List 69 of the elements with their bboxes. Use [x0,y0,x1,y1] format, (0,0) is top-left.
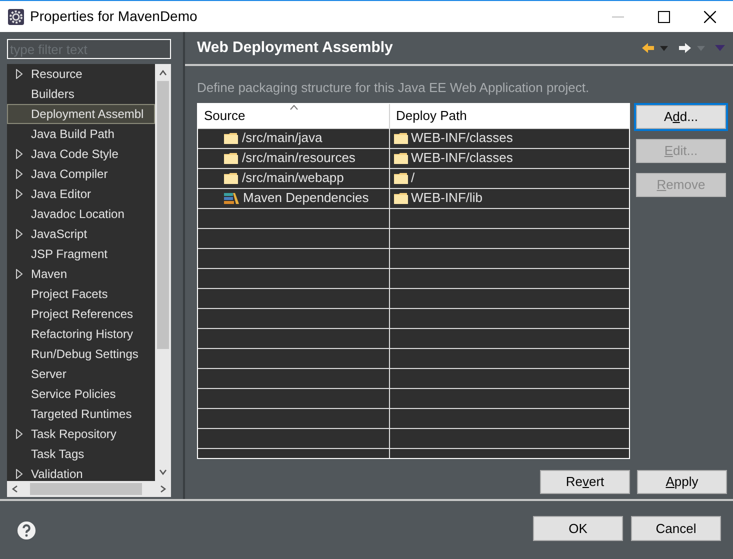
column-header[interactable]: Deploy Path [390,104,629,128]
table-cell-text: WEB-INF/lib [411,189,482,208]
table-cell-text: / [411,169,415,188]
page-title: Web Deployment Assembly [197,38,393,58]
page-description: Define packaging structure for this Java EE Web Application project. [197,79,590,97]
sidebar-item[interactable]: Maven [31,264,68,284]
side-button[interactable]: Add... [636,104,726,128]
back-arrow-icon[interactable] [641,42,655,54]
scroll-left-icon[interactable] [10,484,20,494]
maximize-icon[interactable] [658,10,670,22]
scroll-up-icon[interactable] [158,68,168,78]
sidebar-item[interactable]: Targeted Runtimes [31,404,132,424]
sidebar-item[interactable]: JavaScript [31,224,88,244]
folder-icon [394,152,408,164]
table-cell-text: Maven Dependencies [243,189,369,208]
sidebar-item[interactable]: Service Policies [31,384,116,404]
folder-icon [394,192,408,204]
sidebar-item[interactable]: Server [31,364,66,384]
sidebar-item[interactable]: Java Compiler [31,164,108,184]
expand-icon[interactable] [16,469,22,479]
expand-icon[interactable] [16,269,22,279]
table-cell-text: WEB-INF/classes [411,149,513,168]
sidebar-item[interactable]: Java Editor [31,184,92,204]
page-button[interactable]: Revert [540,470,630,494]
sidebar-item[interactable]: Java Code Style [31,144,118,164]
expand-icon[interactable] [16,69,22,79]
close-icon[interactable] [704,10,716,22]
folder-icon [224,132,238,144]
sidebar-item[interactable]: Builders [31,84,74,104]
sidebar-item[interactable]: Run/Debug Settings [31,344,138,364]
sidebar-item[interactable]: Resource [31,64,82,84]
table-cell-text: /src/main/java [242,129,322,148]
folder-icon [394,132,408,144]
sidebar-item[interactable]: Javadoc Location [31,204,124,224]
sidebar-item[interactable]: Project Facets [31,284,108,304]
sort-icon [290,104,298,110]
scroll-right-icon[interactable] [158,484,168,494]
expand-icon[interactable] [16,189,22,199]
expand-icon[interactable] [16,169,22,179]
gear-icon [8,8,24,24]
library-icon [224,192,239,204]
horizontal-scrollbar[interactable] [7,481,171,497]
table-cell-text: /src/main/resources [242,149,356,168]
sidebar-item[interactable]: Task Tags [31,444,84,464]
vertical-scrollbar[interactable] [155,64,171,481]
dialog-button[interactable]: OK [533,516,623,541]
sidebar-item[interactable]: Refactoring History [31,324,134,344]
scroll-down-icon[interactable] [158,467,168,477]
table-cell-text: WEB-INF/classes [411,129,513,148]
dialog-button[interactable]: Cancel [631,516,721,541]
column-header[interactable]: Source [198,104,390,128]
expand-icon[interactable] [16,149,22,159]
folder-icon [394,172,408,184]
table-cell-text: /src/main/webapp [242,169,344,188]
forward-arrow-icon[interactable] [678,42,692,54]
sidebar-item[interactable]: JSP Fragment [31,244,108,264]
sidebar-item[interactable]: Java Build Path [31,124,114,144]
expand-icon[interactable] [16,229,22,239]
window-title: Properties for MavenDemo [30,7,198,26]
sidebar-item[interactable]: Deployment Assembl [7,104,155,124]
sidebar-item[interactable]: Validation [31,464,83,481]
folder-icon [224,172,238,184]
expand-icon[interactable] [16,429,22,439]
dropdown-icon [697,46,705,50]
help-icon[interactable] [17,520,36,540]
sidebar-item[interactable]: Project References [31,304,134,324]
page-button[interactable]: Apply [637,470,727,494]
sidebar-item[interactable]: Task Repository [31,424,116,444]
folder-icon [224,152,238,164]
